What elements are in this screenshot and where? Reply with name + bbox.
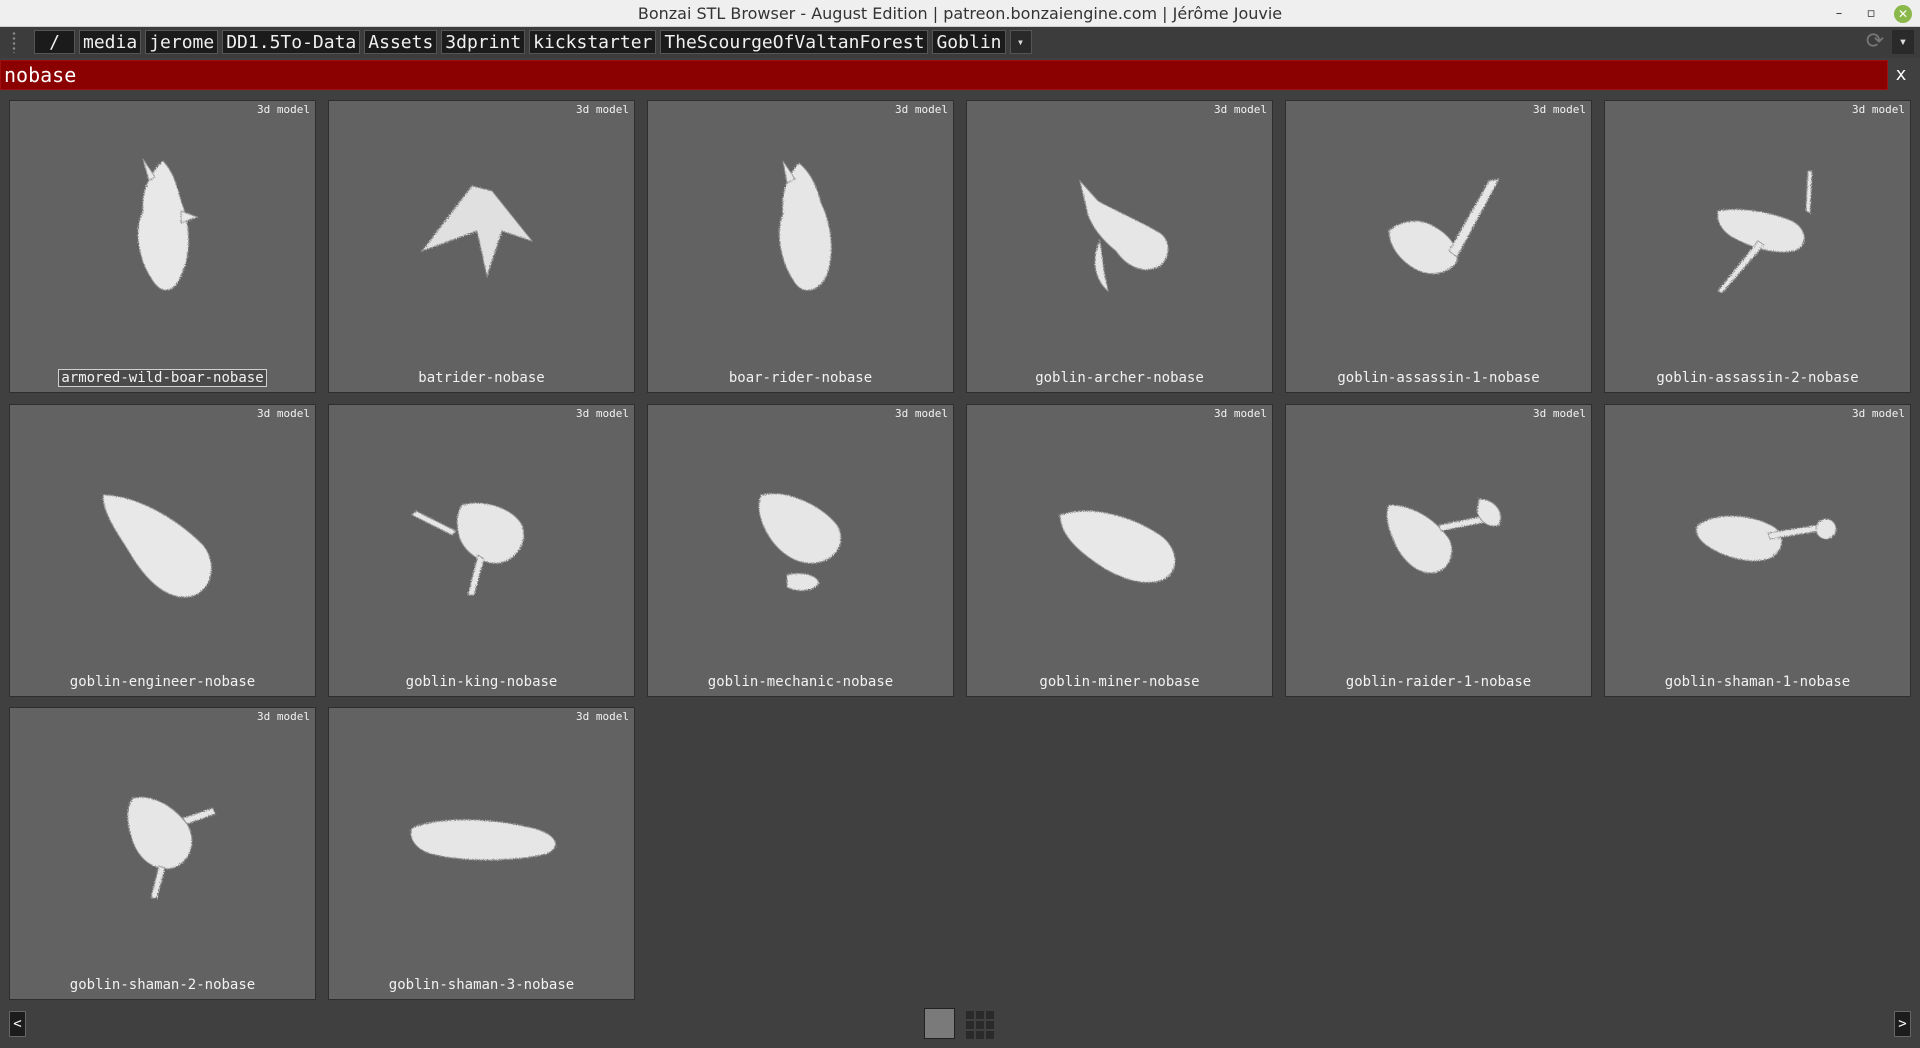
model-preview-image — [1695, 515, 1837, 562]
model-type-badge: 3d model — [1852, 103, 1905, 116]
model-preview-image — [420, 185, 534, 278]
model-tile[interactable]: 3d model armored-wild-boar-nobase — [9, 100, 316, 393]
model-name: goblin-engineer-nobase — [69, 674, 256, 690]
breadcrumb-item[interactable]: kickstarter — [529, 30, 657, 54]
model-tile[interactable]: 3d model goblin-shaman-3-nobase — [328, 707, 635, 1000]
breadcrumb-item[interactable]: jerome — [145, 30, 219, 54]
model-preview-image — [1059, 510, 1176, 583]
model-type-badge: 3d model — [895, 407, 948, 420]
model-tile[interactable]: 3d model goblin-mechanic-nobase — [647, 404, 954, 697]
model-tile[interactable]: 3d model batrider-nobase — [328, 100, 635, 393]
model-name: goblin-shaman-1-nobase — [1664, 674, 1851, 690]
next-page-button[interactable]: > — [1894, 1011, 1911, 1037]
model-preview-image — [410, 819, 556, 861]
toolbar-grip-icon[interactable] — [12, 31, 16, 53]
model-tile[interactable]: 3d model goblin-king-nobase — [328, 404, 635, 697]
model-name: goblin-mechanic-nobase — [707, 674, 894, 690]
model-name: goblin-shaman-3-nobase — [388, 977, 575, 993]
clear-search-button[interactable]: x — [1890, 62, 1912, 88]
breadcrumb-root[interactable]: / — [34, 30, 75, 54]
grid-view-icon[interactable] — [966, 1011, 994, 1039]
breadcrumb-item[interactable]: DD1.5To-Data — [222, 30, 361, 54]
model-type-badge: 3d model — [1533, 407, 1586, 420]
model-preview-image — [758, 493, 842, 591]
breadcrumb: / media jerome DD1.5To-Data Assets 3dpri… — [34, 30, 1032, 54]
model-tile[interactable]: 3d model goblin-shaman-2-nobase — [9, 707, 316, 1000]
model-tile[interactable]: 3d model goblin-raider-1-nobase — [1285, 404, 1592, 697]
refresh-icon[interactable]: ⟳ — [1864, 31, 1886, 53]
path-toolbar: / media jerome DD1.5To-Data Assets 3dpri… — [0, 27, 1920, 58]
model-preview-image — [411, 502, 525, 596]
model-tile[interactable]: 3d model goblin-archer-nobase — [966, 100, 1273, 393]
model-name: goblin-miner-nobase — [1039, 674, 1200, 690]
minimize-icon[interactable]: – — [1830, 5, 1848, 23]
model-name: armored-wild-boar-nobase — [58, 369, 267, 387]
model-type-badge: 3d model — [1852, 407, 1905, 420]
menu-icon[interactable]: ▾ — [1892, 30, 1914, 54]
model-preview-image — [1386, 498, 1502, 574]
model-name: boar-rider-nobase — [728, 370, 873, 386]
previous-page-button[interactable]: < — [9, 1011, 26, 1037]
model-type-badge: 3d model — [576, 407, 629, 420]
model-type-badge: 3d model — [257, 710, 310, 723]
maximize-icon[interactable]: ▫ — [1862, 5, 1880, 23]
model-type-badge: 3d model — [257, 103, 310, 116]
model-tile[interactable]: 3d model goblin-assassin-2-nobase — [1604, 100, 1911, 393]
model-tile[interactable]: 3d model goblin-miner-nobase — [966, 404, 1273, 697]
search-bar — [0, 60, 1888, 90]
breadcrumb-more-icon[interactable]: ▾ — [1009, 30, 1032, 54]
model-tile[interactable]: 3d model boar-rider-nobase — [647, 100, 954, 393]
model-preview-image — [127, 796, 216, 899]
model-name: goblin-assassin-1-nobase — [1337, 370, 1540, 386]
model-name: goblin-shaman-2-nobase — [69, 977, 256, 993]
close-icon[interactable]: ✕ — [1894, 4, 1912, 23]
model-name: goblin-raider-1-nobase — [1345, 674, 1532, 690]
model-type-badge: 3d model — [576, 710, 629, 723]
breadcrumb-item[interactable]: media — [79, 30, 142, 54]
model-type-badge: 3d model — [895, 103, 948, 116]
model-name: batrider-nobase — [418, 370, 545, 386]
model-type-badge: 3d model — [576, 103, 629, 116]
breadcrumb-item[interactable]: Assets — [364, 30, 438, 54]
model-name: goblin-assassin-2-nobase — [1656, 370, 1859, 386]
model-name: goblin-king-nobase — [405, 674, 558, 690]
window-title: Bonzai STL Browser - August Edition | pa… — [637, 3, 1283, 23]
breadcrumb-item[interactable]: Goblin — [932, 30, 1006, 54]
model-tile[interactable]: 3d model goblin-shaman-1-nobase — [1604, 404, 1911, 697]
breadcrumb-item[interactable]: 3dprint — [441, 30, 526, 54]
model-type-badge: 3d model — [1214, 103, 1267, 116]
window-controls: – ▫ ✕ — [1830, 0, 1912, 27]
window-titlebar: Bonzai STL Browser - August Edition | pa… — [0, 0, 1920, 27]
model-preview-image — [137, 158, 199, 291]
model-preview-image — [1717, 170, 1813, 294]
large-thumbnail-view-icon[interactable] — [924, 1008, 955, 1039]
breadcrumb-item[interactable]: TheScourgeOfValtanForest — [660, 30, 929, 54]
model-type-badge: 3d model — [1533, 103, 1586, 116]
model-grid: 3d model armored-wild-boar-nobase 3d mod… — [9, 100, 1913, 1000]
search-input[interactable] — [4, 62, 1874, 88]
model-preview-image — [102, 494, 212, 598]
model-preview-image — [778, 160, 832, 291]
model-type-badge: 3d model — [257, 407, 310, 420]
model-preview-image — [1079, 180, 1169, 293]
model-preview-image — [1388, 178, 1500, 275]
model-tile[interactable]: 3d model goblin-engineer-nobase — [9, 404, 316, 697]
model-type-badge: 3d model — [1214, 407, 1267, 420]
model-name: goblin-archer-nobase — [1035, 370, 1204, 386]
model-tile[interactable]: 3d model goblin-assassin-1-nobase — [1285, 100, 1592, 393]
